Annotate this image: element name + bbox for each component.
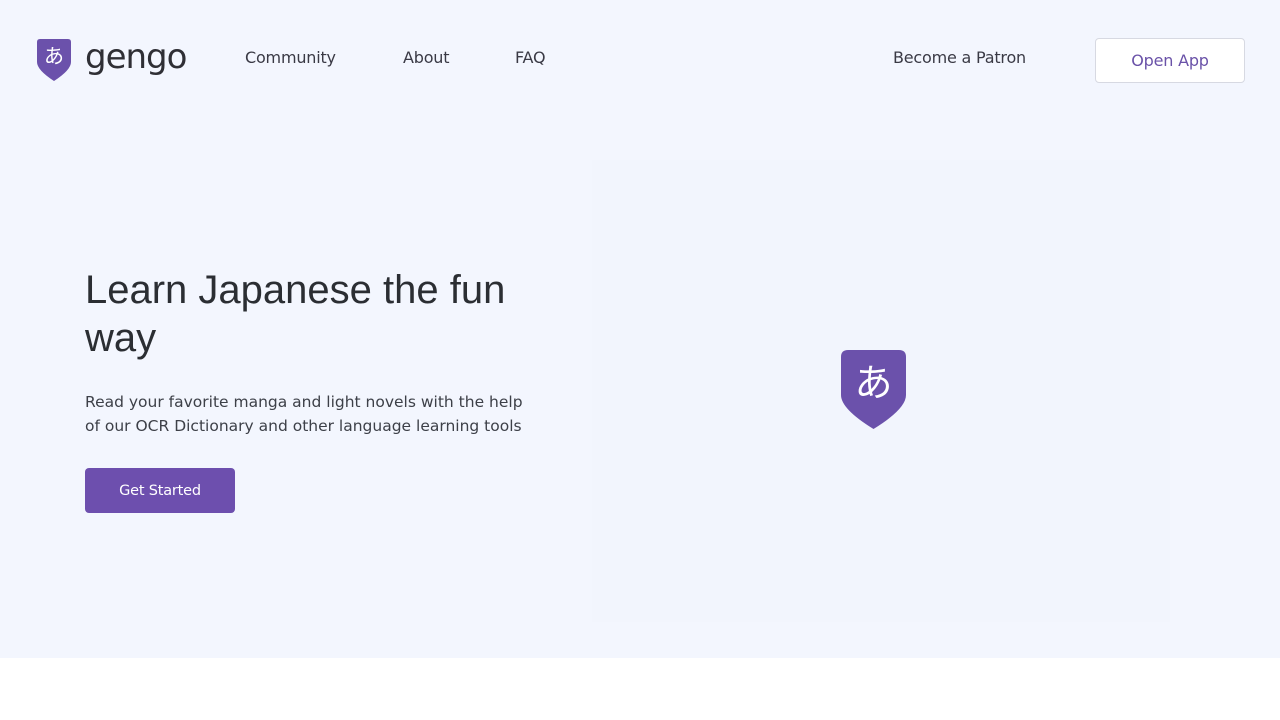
hero-headline: Learn Japanese the fun way [85,268,506,360]
logo-link[interactable]: あ gengo [36,37,187,82]
brand-name: gengo [85,37,187,77]
hero-subtext: Read your favorite manga and light novel… [85,393,523,435]
below-fold-section [0,658,1280,720]
logo-icon: あ [36,38,72,82]
nav-community-link[interactable]: Community [245,48,336,67]
logo-glyph: あ [44,44,64,68]
nav-about-link[interactable]: About [403,48,450,67]
open-app-button[interactable]: Open App [1095,38,1245,83]
nav-faq-link[interactable]: FAQ [515,48,546,67]
hero-glyph: あ [854,361,892,405]
become-patron-link[interactable]: Become a Patron [893,48,1026,67]
get-started-button[interactable]: Get Started [85,468,235,513]
hero-logo-icon: あ [840,349,907,430]
